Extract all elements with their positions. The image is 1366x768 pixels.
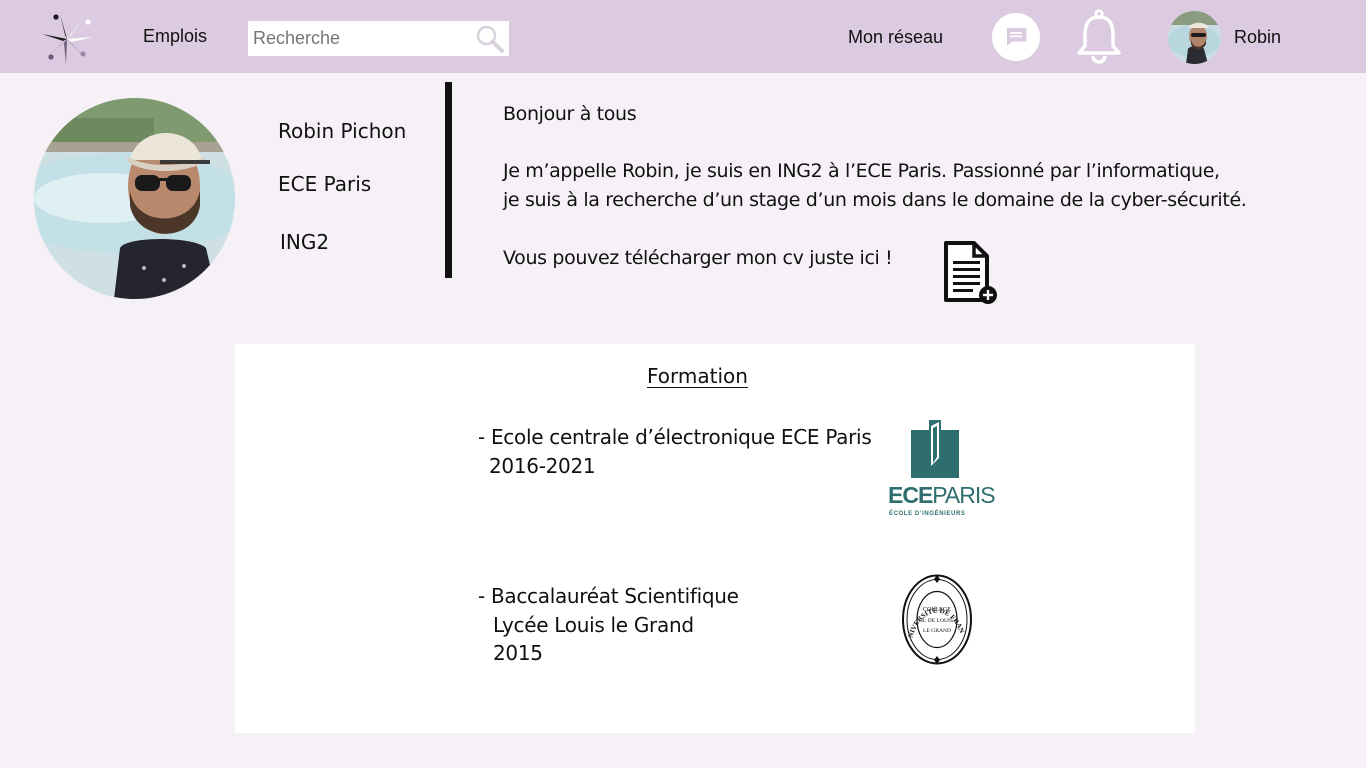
user-name-link[interactable]: Robin: [1234, 27, 1281, 48]
bio-greeting: Bonjour à tous: [503, 103, 637, 125]
notifications-button[interactable]: [1075, 9, 1123, 65]
bio-line-1: Je m’appelle Robin, je suis en ING2 à l’…: [503, 160, 1220, 182]
top-navigation-bar: Emplois Mon réseau: [0, 0, 1366, 73]
site-logo[interactable]: [36, 8, 98, 70]
bio-line-2: je suis à la recherche d’un stage d’un m…: [503, 189, 1247, 211]
user-avatar[interactable]: [1168, 11, 1221, 64]
nav-network-link[interactable]: Mon réseau: [848, 27, 943, 48]
bell-icon: [1077, 9, 1121, 64]
bio-paragraph: Je m’appelle Robin, je suis en ING2 à l’…: [503, 157, 1247, 215]
education-2-title: - Baccalauréat Scientifique: [478, 584, 739, 608]
search-icon[interactable]: [475, 24, 505, 54]
cv-download-text: Vous pouvez télécharger mon cv juste ici…: [503, 247, 893, 269]
formation-section: Formation - Ecole centrale d’électroniqu…: [235, 344, 1195, 733]
svg-text:COLLEGE: COLLEGE: [923, 606, 951, 613]
search-input[interactable]: [248, 21, 468, 56]
profile-school: ECE Paris: [278, 172, 372, 196]
messages-button[interactable]: [992, 13, 1040, 61]
svg-text:LE GRAND: LE GRAND: [923, 628, 951, 634]
ece-logo-subtitle: ÉCOLE D’INGÉNIEURS: [889, 511, 966, 517]
louis-le-grand-seal: UNIVERSITÉ DE FRANCE COLLEGE R: DE LOUIS…: [898, 568, 973, 665]
formation-title: Formation: [647, 364, 748, 388]
svg-text:R: DE LOUIS: R: DE LOUIS: [921, 618, 953, 624]
nav-jobs-link[interactable]: Emplois: [143, 26, 207, 47]
education-2-school: Lycée Louis le Grand: [493, 613, 694, 637]
vertical-divider: [445, 82, 452, 278]
education-2-year: 2015: [493, 641, 543, 665]
education-1-years: 2016-2021: [489, 454, 596, 478]
chat-icon: [1006, 28, 1027, 46]
education-1-title: - Ecole centrale d’électronique ECE Pari…: [478, 425, 872, 449]
ece-logo-wordmark: ECEPARIS: [888, 482, 996, 508]
profile-name: Robin Pichon: [278, 119, 407, 143]
cv-download-icon[interactable]: [941, 240, 999, 306]
search-box: [248, 21, 509, 56]
profile-photo: [34, 98, 235, 299]
profile-level: ING2: [280, 230, 330, 254]
ece-paris-logo: ECEPARIS ÉCOLE D’INGÉNIEURS: [885, 418, 996, 522]
